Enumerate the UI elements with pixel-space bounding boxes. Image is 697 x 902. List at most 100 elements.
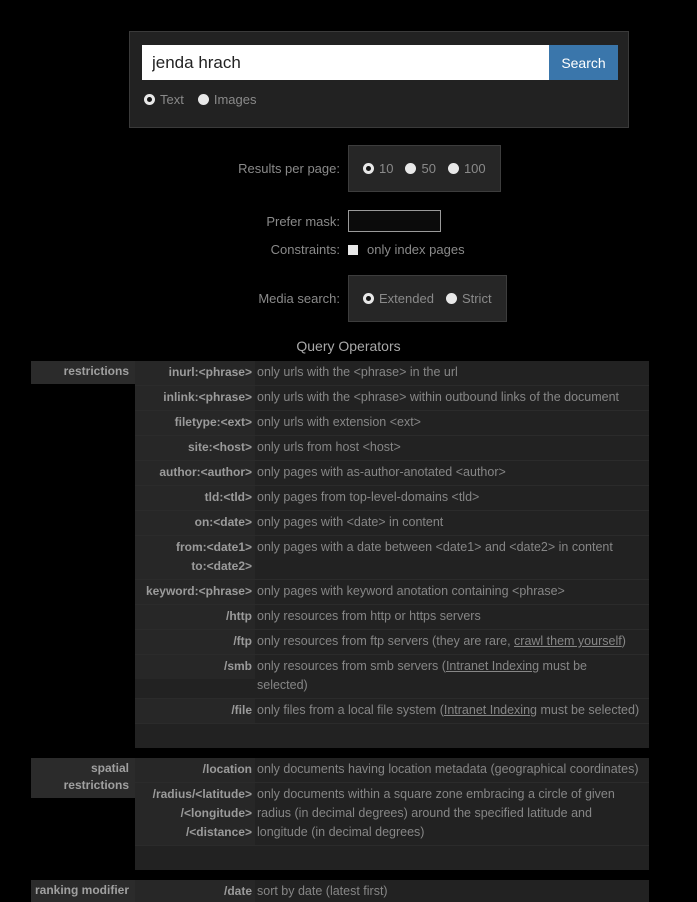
operator-key: inurl:<phrase>	[135, 361, 255, 385]
operator-row: inlink:<phrase> only urls with the <phras…	[135, 386, 649, 411]
search-mode-radios: Text Images	[144, 92, 256, 107]
checkbox-icon[interactable]	[348, 244, 358, 255]
operator-key: on:<date>	[135, 511, 255, 535]
operator-description: only urls with the <phrase> within outbo…	[257, 390, 620, 404]
radio-icon[interactable]	[405, 163, 417, 174]
operator-row: /file only files from a local file system…	[135, 699, 649, 724]
section-gap	[31, 748, 649, 758]
operator-description: only documents within a square zone embr…	[257, 787, 615, 839]
prefer-mask-input[interactable]	[348, 210, 441, 232]
operator-description: only pages with <date> in content	[257, 515, 444, 529]
query-operators-section: spatial restrictions/location only docume…	[31, 758, 649, 870]
query-operators-section: ranking modifier/date sort by date (lates…	[31, 880, 649, 902]
operator-description: sort by date (latest first)	[257, 884, 388, 898]
section-rows: /datesort by date (latest first)/nearmul…	[135, 880, 649, 902]
rpp-option-100[interactable]: 100	[447, 161, 486, 176]
radio-icon[interactable]	[445, 293, 457, 304]
operator-description: only urls with extension <ext>	[257, 415, 421, 429]
operator-description: only urls with the <phrase> in the url	[257, 365, 458, 379]
operator-key: from:<date1> to:<date2>	[135, 536, 255, 579]
media-search-label: Media search:	[258, 291, 340, 306]
search-mode-images[interactable]: Images	[197, 92, 257, 107]
only-index-pages-checkbox-wrap[interactable]: only index pages	[348, 242, 465, 257]
operator-description: only documents having location metadata …	[257, 762, 639, 776]
section-label: ranking modifier	[31, 880, 135, 902]
operator-key: filetype:<ext>	[135, 411, 255, 435]
section-padding	[135, 846, 649, 870]
operator-description: only resources from smb servers (Intrane…	[257, 659, 587, 692]
operator-row: on:<date> only pages with <date> in conte…	[135, 511, 649, 536]
page-root: Search Text Images Results per page: 10	[0, 0, 697, 902]
radio-icon[interactable]	[197, 94, 209, 105]
operator-row: tld:<tld> only pages from top-level-domai…	[135, 486, 649, 511]
radio-icon[interactable]	[144, 94, 155, 105]
operator-key: /http	[135, 605, 255, 629]
operator-row: /smb only resources from smb servers (Int…	[135, 655, 649, 699]
operator-row: from:<date1> to:<date2> only pages with a…	[135, 536, 649, 580]
section-padding	[135, 724, 649, 748]
constraints-control: only index pages	[348, 242, 465, 257]
constraints-label: Constraints:	[270, 242, 340, 257]
media-search-row: Media search: Extended Strict	[0, 275, 697, 322]
section-label: restrictions	[31, 361, 135, 384]
section-rows: /location only documents having location …	[135, 758, 649, 870]
search-button[interactable]: Search	[549, 45, 618, 80]
rpp-option-100-label: 100	[463, 161, 486, 176]
search-mode-images-label: Images	[213, 92, 257, 107]
query-operators-section: restrictions inurl:<phrase> only urls with…	[31, 361, 649, 748]
radio-icon[interactable]	[363, 293, 374, 304]
operator-row: /location only documents having location …	[135, 758, 649, 783]
only-index-pages-label: only index pages	[367, 242, 465, 257]
results-per-page-label: Results per page:	[238, 161, 340, 176]
search-input[interactable]	[142, 45, 549, 80]
results-per-page-group: 10 50 100	[348, 145, 501, 192]
media-search-group: Extended Strict	[348, 275, 507, 322]
rpp-option-50[interactable]: 50	[405, 161, 436, 176]
operator-key: inlink:<phrase>	[135, 386, 255, 410]
operator-row: /date sort by date (latest first)	[135, 880, 649, 902]
operator-key: site:<host>	[135, 436, 255, 460]
radio-icon[interactable]	[363, 163, 374, 174]
operator-description: only pages from top-level-domains <tld>	[257, 490, 480, 504]
prefer-mask-label: Prefer mask:	[266, 213, 340, 229]
prefer-mask-row: Prefer mask:	[0, 210, 697, 232]
inline-link[interactable]: Intranet Indexing	[444, 703, 537, 717]
query-operators-title: Query Operators	[296, 338, 401, 354]
rpp-option-10-label: 10	[379, 161, 394, 176]
operator-key: /ftp	[135, 630, 255, 654]
operator-row: filetype:<ext> only urls with extension <…	[135, 411, 649, 436]
constraints-row: Constraints: only index pages	[0, 242, 697, 257]
results-per-page-row: Results per page: 10 50 100	[0, 145, 697, 192]
section-gap	[31, 870, 649, 880]
media-search-strict[interactable]: Strict	[445, 291, 492, 306]
operator-description: only resources from ftp servers (they ar…	[257, 634, 626, 648]
operator-description: only pages with keyword anotation contai…	[257, 584, 565, 598]
search-mode-text[interactable]: Text	[144, 92, 184, 107]
operator-row: site:<host> only urls from host <host>	[135, 436, 649, 461]
operator-key: tld:<tld>	[135, 486, 255, 510]
radio-icon[interactable]	[447, 163, 459, 174]
search-mode-text-label: Text	[160, 92, 184, 107]
operator-key: keyword:<phrase>	[135, 580, 255, 604]
rpp-option-10[interactable]: 10	[363, 161, 393, 176]
media-search-extended[interactable]: Extended	[363, 291, 434, 306]
prefer-mask-control	[348, 210, 441, 232]
search-row: Search	[142, 45, 618, 80]
operator-key: /date	[135, 880, 255, 902]
operator-key: /smb	[135, 655, 255, 679]
operator-description: only urls from host <host>	[257, 440, 401, 454]
inline-link[interactable]: crawl them yourself	[514, 634, 622, 648]
operator-key: /file	[135, 699, 255, 723]
operator-description: only pages with a date between <date1> a…	[257, 540, 613, 554]
operator-row: /radius/<latitude> /<longitude> /<distan…	[135, 783, 649, 846]
rpp-option-50-label: 50	[421, 161, 436, 176]
query-operators-table: restrictions inurl:<phrase> only urls with…	[31, 361, 649, 902]
results-per-page-control: 10 50 100	[348, 145, 501, 192]
media-search-strict-label: Strict	[461, 291, 492, 306]
inline-link[interactable]: Intranet Indexing	[446, 659, 539, 673]
operator-row: /http only resources from http or https s…	[135, 605, 649, 630]
search-panel: Search Text Images	[129, 31, 629, 128]
